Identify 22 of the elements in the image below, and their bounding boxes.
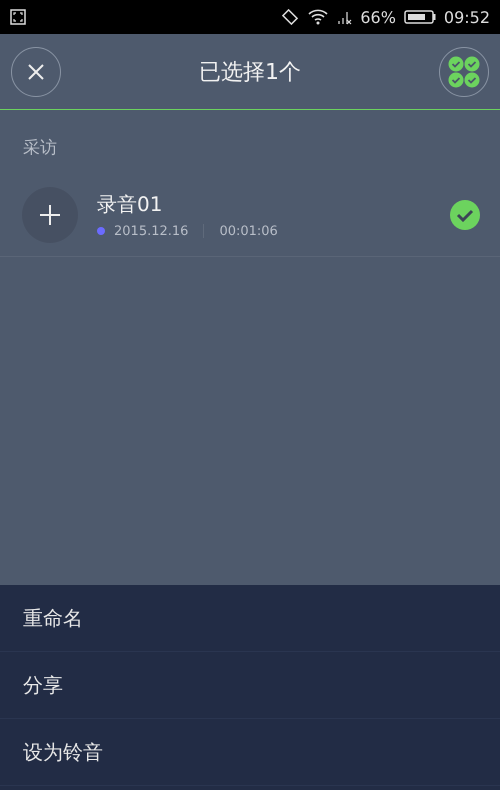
battery-icon [404, 9, 436, 25]
plus-icon [39, 204, 61, 226]
battery-percent: 66% [360, 8, 396, 26]
menu-item[interactable]: 分享 [0, 652, 500, 719]
screenshot-icon [10, 9, 26, 25]
recording-date: 2015.12.16 [114, 224, 188, 238]
rotation-icon [282, 8, 300, 26]
header-title: 已选择1个 [199, 58, 301, 86]
clock: 09:52 [444, 8, 490, 26]
wifi-icon [308, 9, 328, 25]
menu-item[interactable]: 重命名 [0, 585, 500, 652]
signal-icon [336, 9, 352, 25]
close-icon [26, 62, 46, 82]
select-all-icon [448, 56, 480, 88]
section-title: 采访 [22, 137, 58, 160]
recording-item[interactable]: 录音01 2015.12.16 00:01:06 [0, 173, 500, 257]
checked-icon[interactable] [450, 200, 480, 230]
recording-name: 录音01 [97, 190, 164, 218]
menu-item[interactable]: 设为铃音 [0, 719, 500, 786]
recording-duration: 00:01:06 [219, 224, 278, 238]
select-all-button[interactable] [439, 46, 489, 96]
close-button[interactable] [11, 46, 61, 96]
